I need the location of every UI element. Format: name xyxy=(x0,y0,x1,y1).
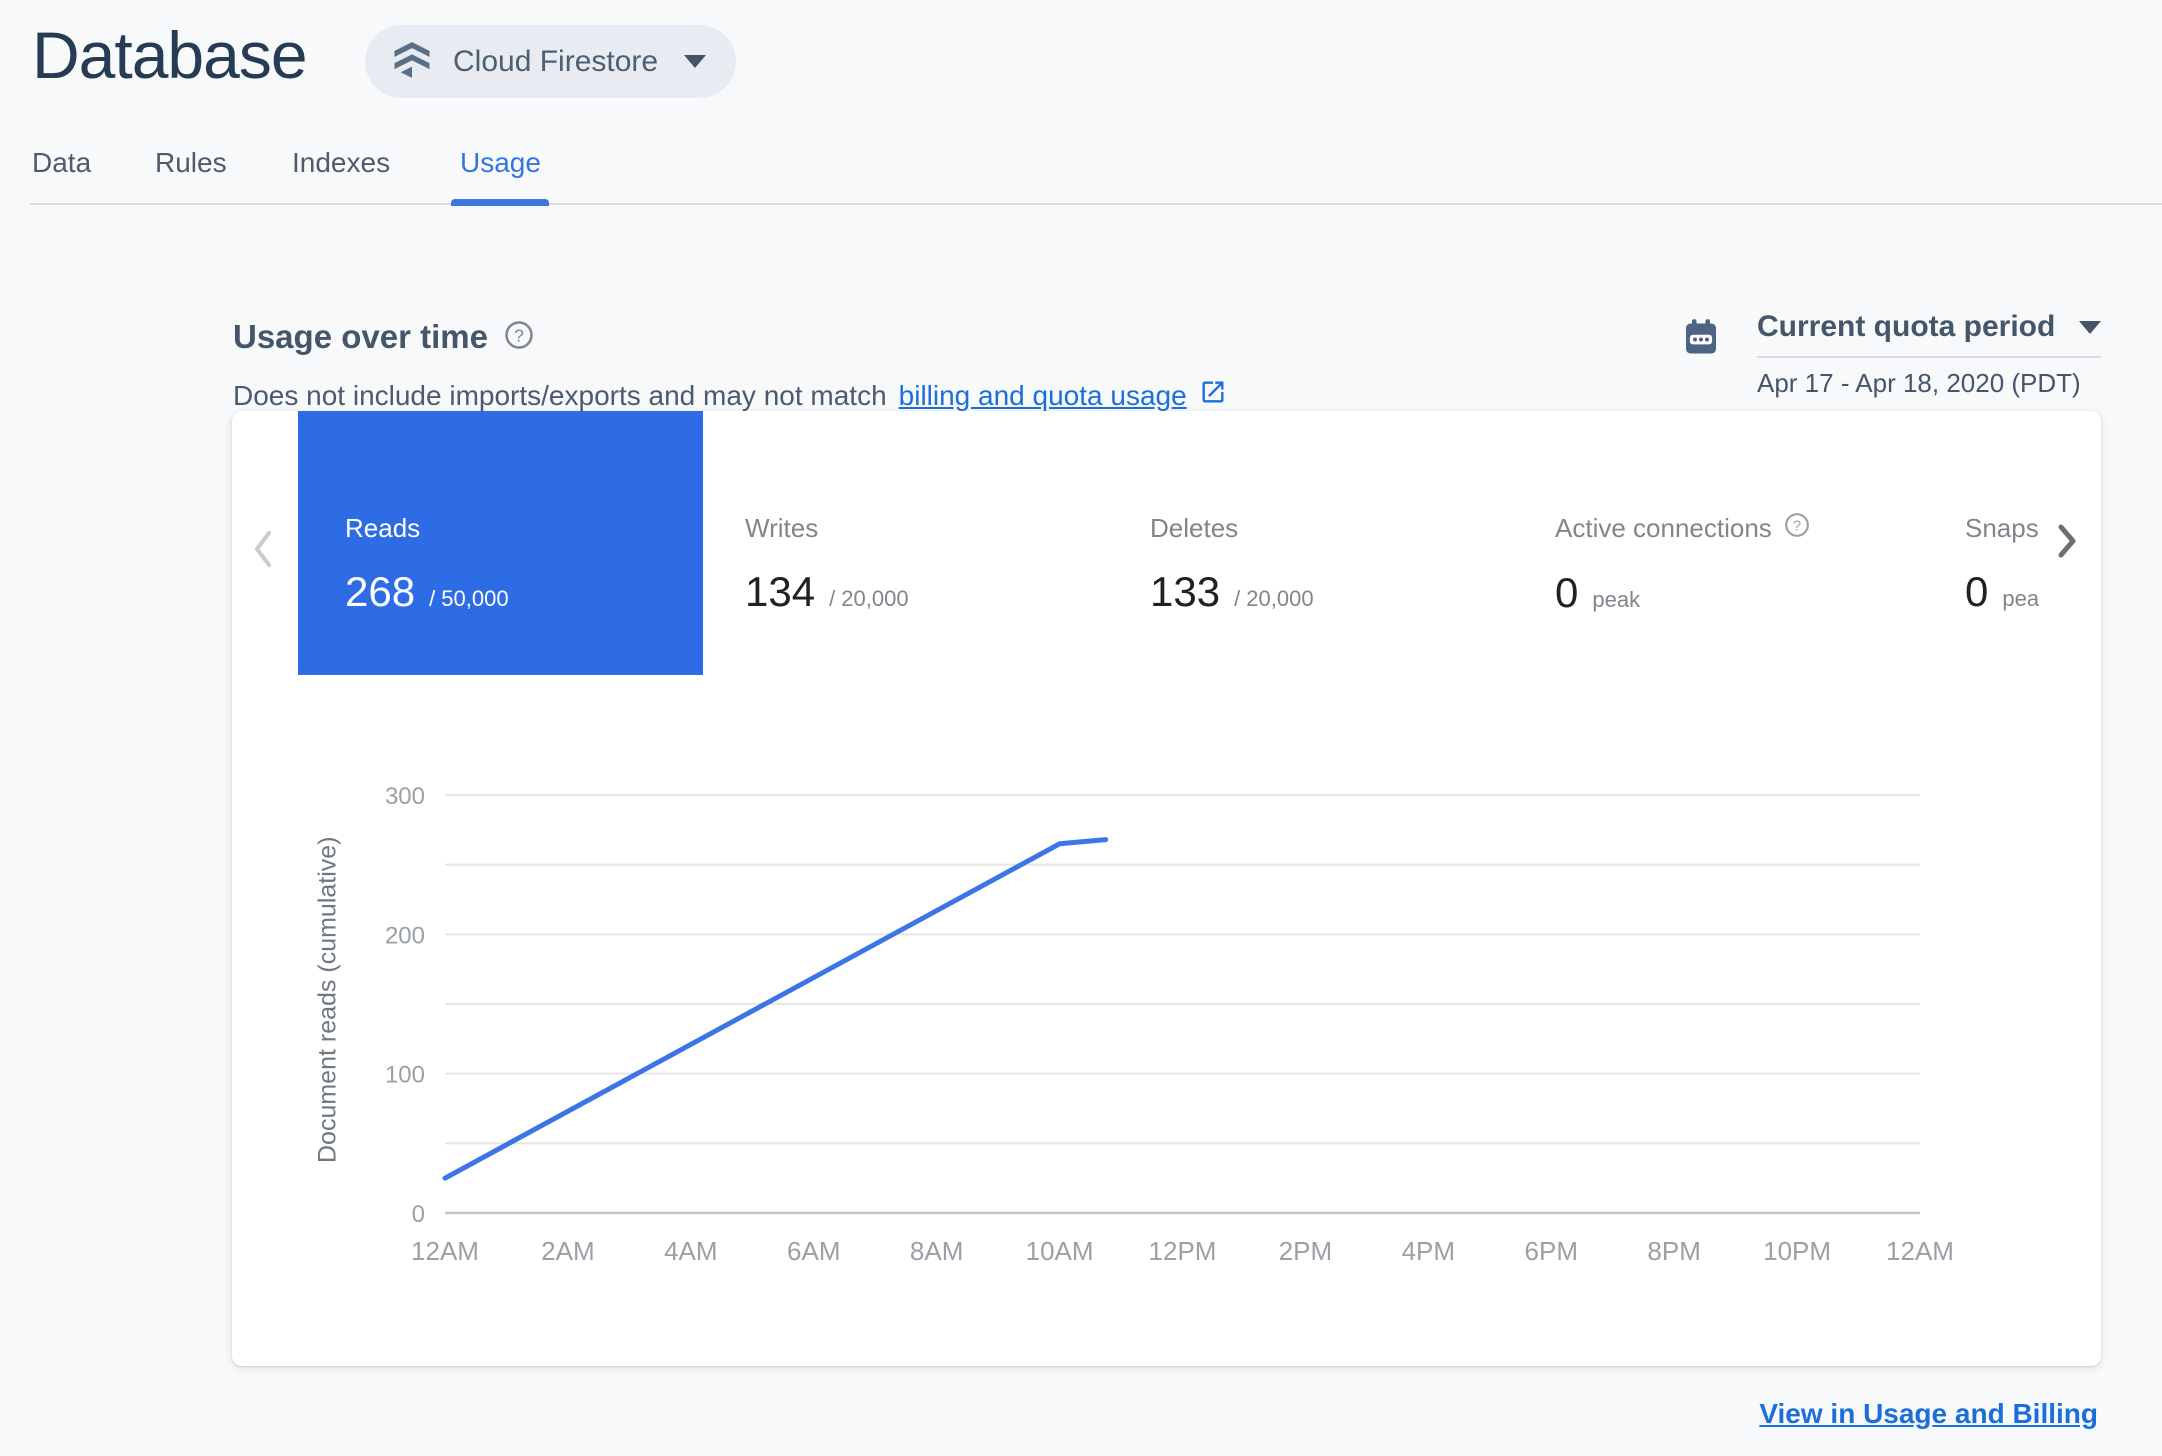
reads-series-line xyxy=(442,837,1109,1181)
usage-over-time-header: Usage over time ? Does not include impor… xyxy=(233,318,1227,413)
metric-quota: / 20,000 xyxy=(1234,585,1314,611)
y-tick-label: 100 xyxy=(385,1062,425,1089)
x-tick-label: 8PM xyxy=(1647,1236,1700,1266)
metric-label: Active connections xyxy=(1555,512,1772,543)
page-title: Database xyxy=(32,18,308,92)
caret-down-icon xyxy=(684,55,707,68)
y-tick-label: 0 xyxy=(412,1201,425,1228)
firestore-icon xyxy=(391,38,433,85)
section-subtitle: Does not include imports/exports and may… xyxy=(233,379,887,411)
metric-tile-reads[interactable]: Reads 268 / 50,000 xyxy=(298,411,703,675)
tab-rules[interactable]: Rules xyxy=(155,147,227,179)
calendar-icon xyxy=(1683,316,1719,363)
quota-period-range: Apr 17 - Apr 18, 2020 (PDT) xyxy=(1757,368,2081,398)
metric-tile-snapshots[interactable]: Snapsho 0 peak xyxy=(1918,411,2040,675)
metric-tile-writes[interactable]: Writes 134 / 20,000 xyxy=(698,411,1103,675)
quota-period-label: Current quota period xyxy=(1757,310,2056,343)
help-icon[interactable]: ? xyxy=(504,320,534,355)
metric-label: Reads xyxy=(345,512,421,543)
x-tick-label: 4PM xyxy=(1402,1236,1455,1266)
product-selector[interactable]: Cloud Firestore xyxy=(365,25,737,98)
metric-tile-deletes[interactable]: Deletes 133 / 20,000 xyxy=(1103,411,1508,675)
x-tick-label: 6PM xyxy=(1525,1236,1578,1266)
firestore-usage-page: Database Cloud Firestore Data Rules Inde… xyxy=(0,0,2162,1456)
usage-line-chart: 0 100 200 300 12AM 2AM 4AM 6AM 8AM 10AM 12PM 2PM 4PM… xyxy=(385,783,1954,1266)
y-tick-label: 300 xyxy=(385,783,425,810)
x-tick-label: 6AM xyxy=(787,1236,840,1266)
usage-card: Reads 268 / 50,000 Writes 134 / 20,000 D… xyxy=(232,411,2101,1366)
chevron-right-icon xyxy=(2056,524,2078,562)
tab-data[interactable]: Data xyxy=(32,147,91,179)
metric-value: 268 xyxy=(345,567,416,615)
billing-quota-usage-link[interactable]: billing and quota usage xyxy=(899,380,1187,412)
metric-value: 133 xyxy=(1150,567,1221,615)
view-usage-billing-link[interactable]: View in Usage and Billing xyxy=(1759,1398,2098,1430)
tab-usage[interactable]: Usage xyxy=(451,147,549,206)
metric-label: Snapsho xyxy=(1965,512,2040,543)
metric-value: 0 xyxy=(1555,568,1579,616)
metric-tiles: Reads 268 / 50,000 Writes 134 / 20,000 D… xyxy=(232,411,2040,675)
caret-down-icon xyxy=(2079,320,2101,334)
svg-text:?: ? xyxy=(514,325,524,345)
metric-quota: peak xyxy=(2002,585,2040,611)
metric-label: Writes xyxy=(745,512,819,543)
quota-separator xyxy=(1757,356,2101,358)
metrics-scroll-right-button[interactable] xyxy=(2056,523,2078,562)
metric-quota: / 20,000 xyxy=(829,585,909,611)
quota-period-block: Current quota period Apr 17 - Apr 18, 20… xyxy=(1683,310,2101,399)
external-link-icon[interactable] xyxy=(1199,378,1227,413)
metric-quota: / 50,000 xyxy=(429,585,509,611)
x-tick-label: 12AM xyxy=(1886,1236,1954,1266)
svg-text:?: ? xyxy=(1793,517,1801,534)
metric-tile-active-connections[interactable]: Active connections ? 0 peak xyxy=(1508,411,1913,675)
x-tick-label: 10PM xyxy=(1763,1236,1831,1266)
quota-period-select[interactable]: Current quota period xyxy=(1757,310,2101,344)
x-tick-label: 4AM xyxy=(664,1236,717,1266)
y-tick-label: 200 xyxy=(385,922,425,949)
x-tick-label: 2AM xyxy=(541,1236,594,1266)
product-selector-label: Cloud Firestore xyxy=(453,44,659,78)
tab-bar-divider xyxy=(30,203,2162,205)
x-tick-label: 8AM xyxy=(910,1236,963,1266)
x-tick-label: 2PM xyxy=(1279,1236,1332,1266)
help-icon[interactable]: ? xyxy=(1784,512,1810,545)
metric-value: 0 xyxy=(1965,567,1989,615)
metric-value: 134 xyxy=(745,567,816,615)
metric-quota: peak xyxy=(1592,586,1641,612)
tab-indexes[interactable]: Indexes xyxy=(292,147,390,179)
tab-bar: Data Rules Indexes Usage xyxy=(0,142,2162,206)
x-tick-label: 12AM xyxy=(411,1236,479,1266)
x-tick-label: 10AM xyxy=(1026,1236,1094,1266)
x-tick-label: 12PM xyxy=(1149,1236,1217,1266)
section-title: Usage over time xyxy=(233,318,488,355)
metric-label: Deletes xyxy=(1150,512,1239,543)
chart-y-axis-title: Document reads (cumulative) xyxy=(313,836,342,1164)
